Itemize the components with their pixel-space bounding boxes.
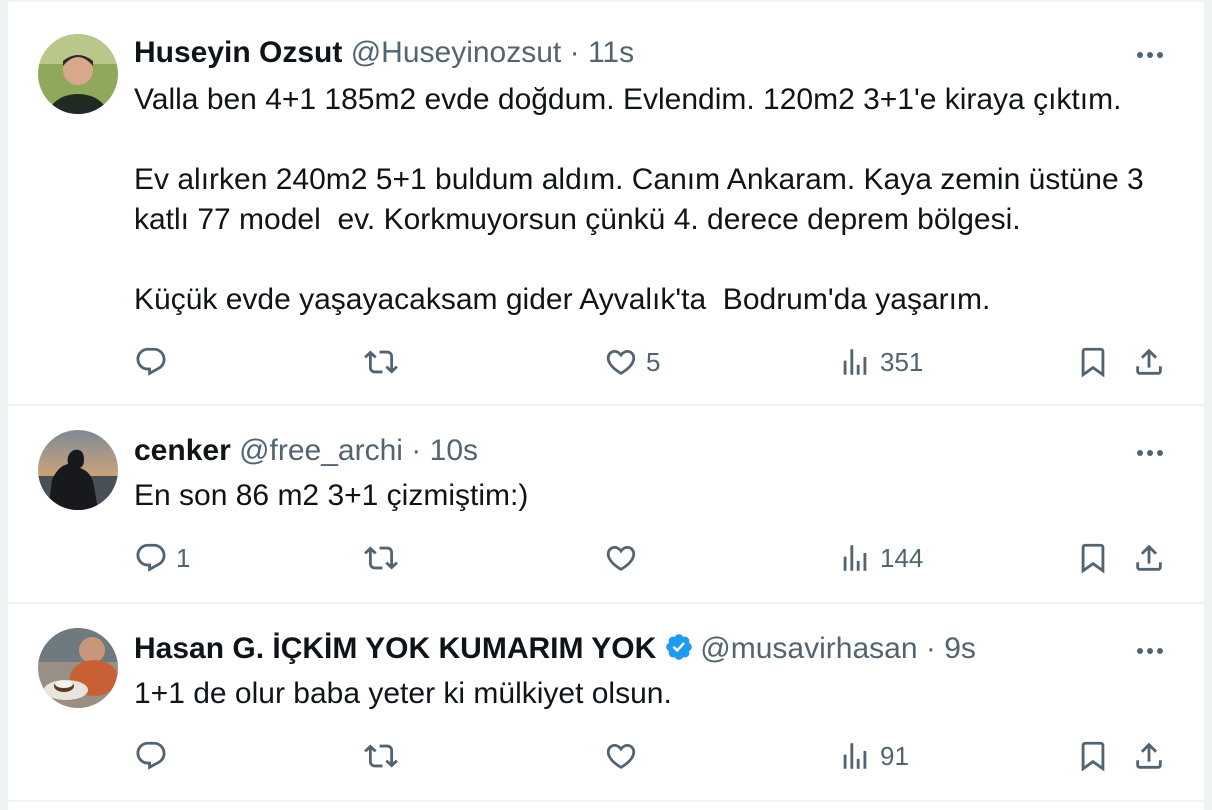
tweet-header: Hasan G. İÇKİM YOK KUMARIM YOK @musavirha… (134, 632, 1144, 666)
display-name[interactable]: Huseyin Ozsut (134, 36, 342, 69)
separator-dot: · (569, 36, 580, 69)
tweet[interactable]: Huseyin Ozsut @Huseyinozsut · 11s Valla … (8, 0, 1204, 406)
bookmark-button[interactable] (1076, 342, 1110, 382)
tweet-paragraph: En son 86 m2 3+1 çizmiştim:) (134, 479, 529, 512)
tweet-text: Valla ben 4+1 185m2 evde doğdum. Evlendi… (134, 80, 1164, 320)
bookmark-button[interactable] (1076, 538, 1110, 578)
reply-icon (134, 345, 168, 379)
reply-button[interactable] (134, 342, 176, 382)
bookmark-icon (1076, 739, 1110, 773)
views-button[interactable]: 144 (838, 538, 923, 578)
like-button[interactable] (604, 736, 646, 776)
tweet-paragraph: Küçük evde yaşayacaksam gider Ayvalık'ta… (134, 283, 991, 316)
more-icon[interactable] (1132, 436, 1168, 470)
reply-count: 1 (176, 542, 191, 573)
bookmark-icon (1076, 345, 1110, 379)
share-icon (1132, 345, 1166, 379)
avatar[interactable] (38, 34, 118, 114)
more-icon[interactable] (1132, 38, 1168, 72)
like-button[interactable]: 5 (604, 342, 660, 382)
views-chart-icon (838, 739, 872, 773)
tweet[interactable]: cenker @free_archi · 10s En son 86 m2 3+… (8, 406, 1204, 604)
retweet-button[interactable] (364, 736, 406, 776)
bookmark-button[interactable] (1076, 736, 1110, 776)
share-icon (1132, 541, 1166, 575)
retweet-icon (364, 541, 398, 575)
avatar-photo (38, 628, 118, 708)
tweet-text: En son 86 m2 3+1 çizmiştim:) (134, 476, 1164, 516)
verified-badge-icon (664, 632, 694, 662)
views-chart-icon (838, 345, 872, 379)
separator-dot: · (411, 434, 422, 467)
tweet-header: Huseyin Ozsut @Huseyinozsut · 11s (134, 36, 1144, 70)
heart-icon (604, 345, 638, 379)
tweet-paragraph: 1+1 de olur baba yeter ki mülkiyet olsun… (134, 677, 672, 710)
timestamp[interactable]: 11s (588, 36, 634, 69)
tweet[interactable]: Hasan G. İÇKİM YOK KUMARIM YOK @musavirha… (8, 604, 1204, 802)
view-count: 144 (880, 542, 924, 573)
tweet-header: cenker @free_archi · 10s (134, 434, 1144, 468)
right-border (1204, 0, 1212, 810)
bookmark-icon (1076, 541, 1110, 575)
retweet-icon (364, 345, 398, 379)
like-count: 5 (646, 346, 661, 377)
timestamp[interactable]: 9s (944, 632, 976, 665)
views-button[interactable]: 351 (838, 342, 923, 382)
avatar-photo (38, 430, 118, 510)
display-name[interactable]: Hasan G. İÇKİM YOK KUMARIM YOK (134, 632, 656, 665)
avatar[interactable] (38, 628, 118, 708)
left-border (0, 0, 8, 810)
separator-dot: · (925, 632, 936, 665)
views-button[interactable]: 91 (838, 736, 909, 776)
user-handle[interactable]: @musavirhasan (700, 632, 917, 665)
action-bar: 91 (8, 736, 1204, 776)
avatar[interactable] (38, 430, 118, 510)
heart-icon (604, 739, 638, 773)
retweet-button[interactable] (364, 342, 406, 382)
avatar-photo (38, 34, 118, 114)
share-button[interactable] (1132, 736, 1166, 776)
share-icon (1132, 739, 1166, 773)
reply-button[interactable] (134, 736, 176, 776)
display-name[interactable]: cenker (134, 434, 231, 467)
timestamp[interactable]: 10s (430, 434, 478, 467)
view-count: 91 (880, 740, 909, 771)
share-button[interactable] (1132, 538, 1166, 578)
action-bar: 5 351 (8, 342, 1204, 382)
view-count: 351 (880, 346, 924, 377)
tweet-paragraph: Valla ben 4+1 185m2 evde doğdum. Evlendi… (134, 83, 1122, 116)
like-button[interactable] (604, 538, 646, 578)
user-handle[interactable]: @Huseyinozsut (351, 36, 562, 69)
more-icon[interactable] (1132, 634, 1168, 668)
share-button[interactable] (1132, 342, 1166, 382)
action-bar: 1 144 (8, 538, 1204, 578)
reply-icon (134, 541, 168, 575)
tweet-paragraph: Ev alırken 240m2 5+1 buldum aldım. Canım… (134, 163, 1144, 236)
retweet-icon (364, 739, 398, 773)
reply-button[interactable]: 1 (134, 538, 190, 578)
retweet-button[interactable] (364, 538, 406, 578)
views-chart-icon (838, 541, 872, 575)
heart-icon (604, 541, 638, 575)
user-handle[interactable]: @free_archi (239, 434, 403, 467)
reply-icon (134, 739, 168, 773)
tweet-text: 1+1 de olur baba yeter ki mülkiyet olsun… (134, 674, 1164, 714)
